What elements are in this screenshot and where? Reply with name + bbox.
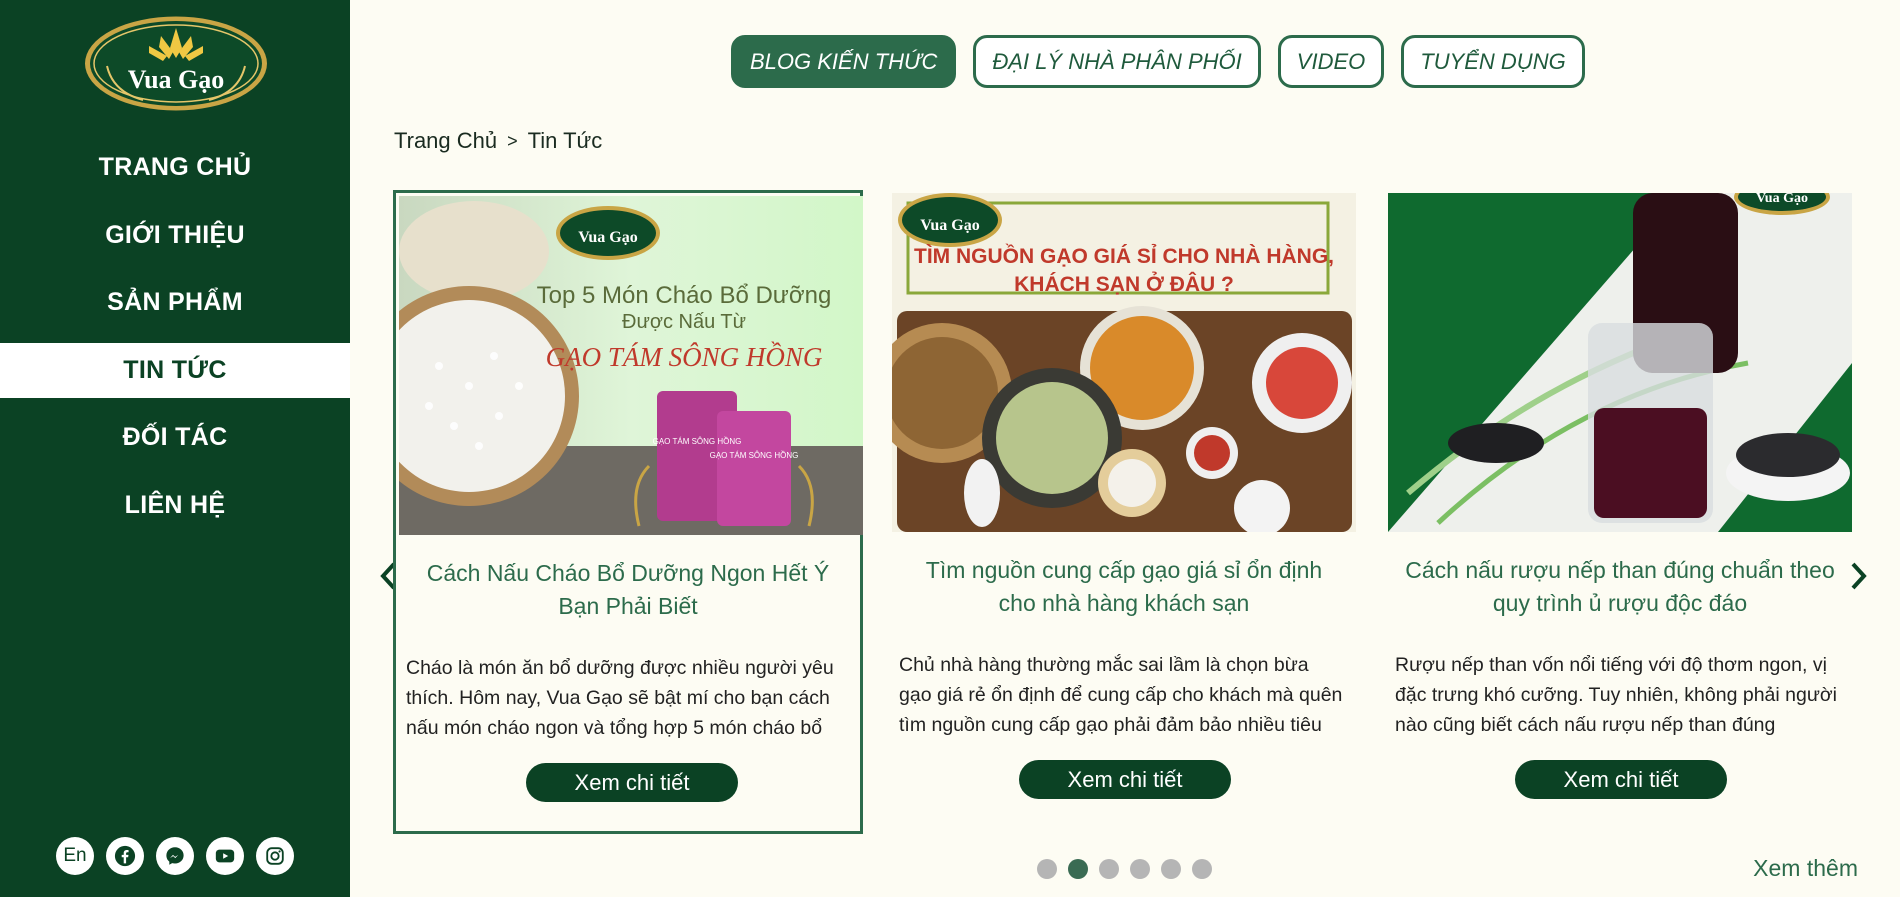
carousel-dot[interactable] bbox=[1037, 859, 1057, 879]
carousel-dot[interactable] bbox=[1161, 859, 1181, 879]
news-card[interactable]: Vua Gạo TÌM NGUỒN GẠO GIÁ SỈ CHO NHÀ HÀN… bbox=[889, 190, 1359, 834]
view-detail-button[interactable]: Xem chi tiết bbox=[1019, 760, 1231, 799]
messenger-icon[interactable] bbox=[156, 837, 194, 875]
svg-text:Vua Gạo: Vua Gạo bbox=[578, 229, 637, 246]
language-toggle[interactable]: En bbox=[56, 837, 94, 875]
card-title[interactable]: Cách nấu rượu nếp than đúng chuẩn theo q… bbox=[1405, 554, 1835, 620]
card-thumbnail[interactable]: Vua Gạo Top 5 Món Cháo Bổ Dưỡng Được Nấu… bbox=[399, 196, 863, 535]
card-title[interactable]: Tìm nguồn cung cấp gạo giá sỉ ổn định ch… bbox=[909, 554, 1339, 620]
news-card[interactable]: Vua Gạo Top 5 Món Cháo Bổ Dưỡng Được Nấu… bbox=[393, 190, 863, 834]
tab-tuyen-dung[interactable]: TUYỂN DỤNG bbox=[1401, 35, 1585, 88]
breadcrumb-home-link[interactable]: Trang Chủ bbox=[394, 128, 497, 154]
svg-text:KHÁCH SẠN Ở ĐÂU ?: KHÁCH SẠN Ở ĐÂU ? bbox=[1014, 272, 1234, 296]
card-description: Cháo là món ăn bổ dưỡng được nhiều người… bbox=[406, 657, 834, 739]
instagram-icon[interactable] bbox=[256, 837, 294, 875]
sidebar-item-trang-chu[interactable]: TRANG CHỦ bbox=[0, 140, 350, 195]
facebook-icon[interactable] bbox=[106, 837, 144, 875]
see-more-link[interactable]: Xem thêm bbox=[1753, 855, 1858, 882]
card-thumbnail[interactable]: Vua Gạo bbox=[1388, 193, 1852, 532]
svg-text:Được Nấu Từ: Được Nấu Từ bbox=[622, 311, 746, 333]
carousel-dot-active[interactable] bbox=[1068, 859, 1088, 879]
tab-dai-ly-nha-phan-phoi[interactable]: ĐẠI LÝ NHÀ PHÂN PHỐI bbox=[973, 35, 1261, 88]
svg-text:Vua Gạo: Vua Gạo bbox=[1756, 193, 1808, 206]
tab-blog-kien-thuc[interactable]: BLOG KIẾN THỨC bbox=[731, 35, 957, 88]
svg-text:Vua Gạo: Vua Gạo bbox=[920, 217, 979, 234]
tab-video[interactable]: VIDEO bbox=[1277, 35, 1385, 88]
card-thumbnail[interactable]: Vua Gạo TÌM NGUỒN GẠO GIÁ SỈ CHO NHÀ HÀN… bbox=[892, 193, 1356, 532]
card-description: Chủ nhà hàng thường mắc sai lầm là chọn … bbox=[899, 654, 1343, 736]
sidebar-item-doi-tac[interactable]: ĐỐI TÁC bbox=[0, 410, 350, 465]
sidebar-item-san-pham[interactable]: SẢN PHẨM bbox=[0, 275, 350, 330]
view-detail-button[interactable]: Xem chi tiết bbox=[526, 763, 738, 802]
svg-text:Vua Gạo: Vua Gạo bbox=[128, 65, 225, 94]
view-detail-button[interactable]: Xem chi tiết bbox=[1515, 760, 1727, 799]
sidebar-nav: TRANG CHỦ GIỚI THIỆU SẢN PHẨM TIN TỨC ĐỐ… bbox=[0, 140, 350, 545]
breadcrumb-current: Tin Tức bbox=[527, 128, 603, 153]
card-description: Rượu nếp than vốn nổi tiếng với độ thơm … bbox=[1395, 654, 1837, 736]
news-card[interactable]: Vua Gạo Cách nấu rượu nếp than đúng chuẩ… bbox=[1385, 190, 1855, 834]
carousel-dot[interactable] bbox=[1130, 859, 1150, 879]
carousel-dot[interactable] bbox=[1192, 859, 1212, 879]
sidebar-item-lien-he[interactable]: LIÊN HỆ bbox=[0, 478, 350, 533]
svg-text:GẠO TÁM SÔNG HỒNG: GẠO TÁM SÔNG HỒNG bbox=[710, 450, 799, 460]
svg-text:Top 5 Món Cháo Bổ Dưỡng: Top 5 Món Cháo Bổ Dưỡng bbox=[537, 282, 832, 309]
top-tabs: BLOG KIẾN THỨC ĐẠI LÝ NHÀ PHÂN PHỐI VIDE… bbox=[731, 35, 1585, 88]
sidebar-item-tin-tuc[interactable]: TIN TỨC bbox=[0, 342, 350, 398]
breadcrumb: Trang Chủ > Tin Tức bbox=[394, 128, 602, 154]
vua-gao-logo[interactable]: Vua Gạo bbox=[83, 14, 269, 113]
breadcrumb-separator: > bbox=[507, 130, 518, 151]
card-title[interactable]: Cách Nấu Cháo Bổ Dưỡng Ngon Hết Ý Bạn Ph… bbox=[416, 557, 840, 623]
sidebar: Vua Gạo TRANG CHỦ GIỚI THIỆU SẢN PHẨM TI… bbox=[0, 0, 350, 897]
svg-text:GẠO TÁM SÔNG HỒNG: GẠO TÁM SÔNG HỒNG bbox=[653, 436, 742, 446]
sidebar-item-gioi-thieu[interactable]: GIỚI THIỆU bbox=[0, 208, 350, 263]
carousel-dot[interactable] bbox=[1099, 859, 1119, 879]
svg-text:TÌM NGUỒN GẠO GIÁ SỈ CHO NHÀ H: TÌM NGUỒN GẠO GIÁ SỈ CHO NHÀ HÀNG, bbox=[914, 244, 1334, 268]
carousel-dots bbox=[1037, 859, 1212, 879]
social-links: En bbox=[56, 837, 294, 875]
svg-text:GẠO TÁM SÔNG HỒNG: GẠO TÁM SÔNG HỒNG bbox=[546, 341, 823, 372]
youtube-icon[interactable] bbox=[206, 837, 244, 875]
